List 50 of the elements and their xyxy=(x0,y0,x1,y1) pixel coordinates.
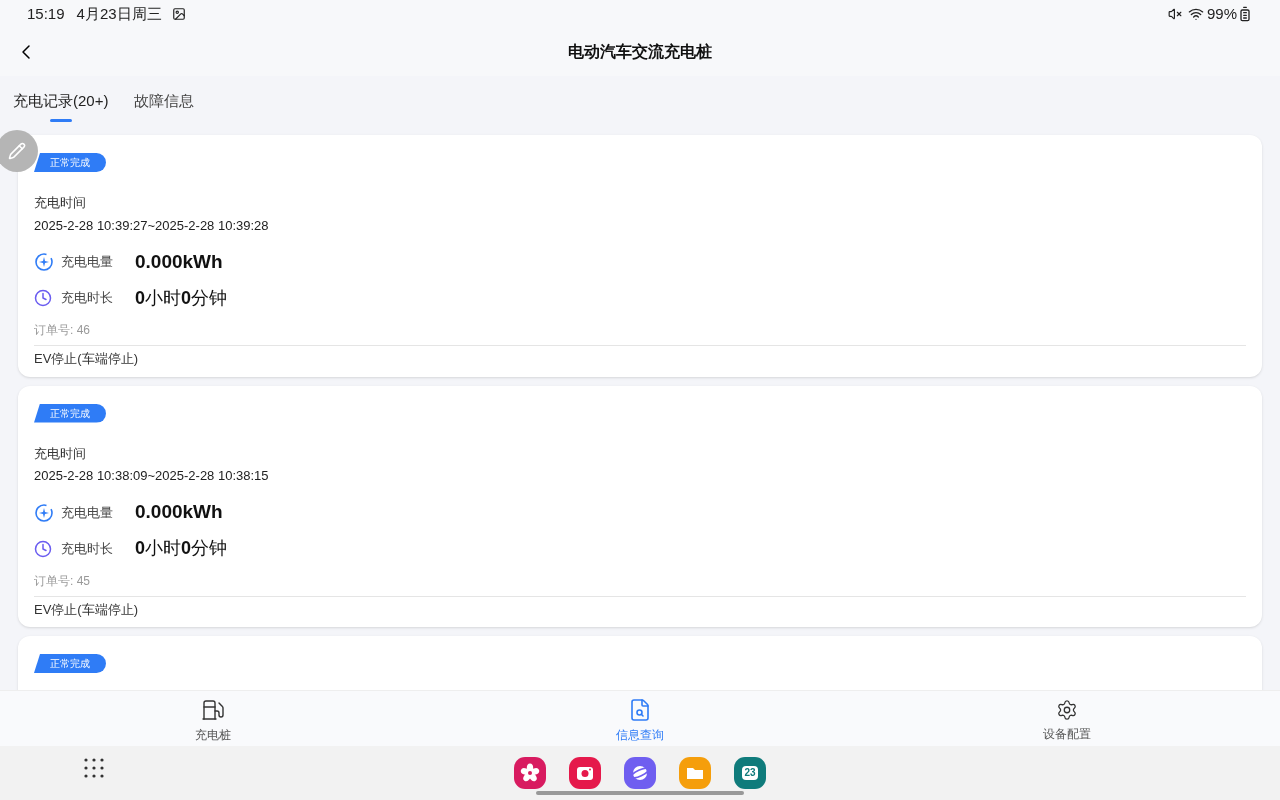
calendar-date: 23 xyxy=(742,766,758,780)
clock-icon xyxy=(34,539,52,558)
flower-icon xyxy=(520,763,540,783)
dock-app[interactable] xyxy=(624,757,656,789)
stop-reason: EV停止(车端停止) xyxy=(34,350,139,368)
record-card[interactable]: 正常完成 xyxy=(18,636,1262,690)
time-range: 2025-2-28 10:39:27~2025-2-28 10:39:28 xyxy=(34,216,270,235)
dock-app[interactable] xyxy=(569,757,601,789)
dock-app[interactable] xyxy=(514,757,546,789)
time-label: 充电时间 xyxy=(34,444,87,463)
record-card[interactable]: 正常完成 充电时间 2025-2-28 10:39:27~2025-2-28 10:39:28 充电电量 0.000kWh 充电时长 0小时0分钟 订单号: 46 EV停止(车端停止) xyxy=(18,135,1262,377)
dock-app[interactable]: 23 xyxy=(734,757,766,789)
status-badge: 正常完成 xyxy=(34,153,106,172)
order-number: 订单号: 46 xyxy=(34,321,1246,346)
tab[interactable]: 充电记录(20+) xyxy=(13,90,109,122)
clock-icon xyxy=(34,289,52,307)
tab[interactable]: 故障信息 xyxy=(134,90,195,122)
order-number: 订单号: 45 xyxy=(34,571,1246,597)
document-search-icon xyxy=(628,697,652,722)
nav-tab[interactable]: 充电桩 xyxy=(0,691,427,746)
gallery-notification-icon xyxy=(171,7,186,21)
status-badge: 正常完成 xyxy=(34,403,106,423)
energy-value: 0.000kWh xyxy=(135,500,223,525)
battery-percent: 99% xyxy=(1206,3,1237,24)
settings-icon xyxy=(1055,698,1078,721)
energy-label: 充电电量 xyxy=(61,253,114,272)
duration-label: 充电时长 xyxy=(61,289,114,308)
time-range: 2025-2-28 10:38:09~2025-2-28 10:38:15 xyxy=(34,467,270,485)
mute-icon xyxy=(1167,7,1182,21)
time-label: 充电时间 xyxy=(34,194,87,212)
battery-icon xyxy=(1237,6,1253,22)
nav-tab[interactable]: 信息查询 xyxy=(426,691,854,746)
date: 4月23日周三 xyxy=(76,3,162,24)
energy-icon xyxy=(34,502,54,523)
wifi-icon xyxy=(1187,6,1204,22)
stop-reason: EV停止(车端停止) xyxy=(34,600,139,619)
energy-icon xyxy=(34,252,54,272)
clock-time: 15:19 xyxy=(27,3,65,24)
nav-tab[interactable]: 设备配置 xyxy=(853,691,1280,746)
record-card[interactable]: 正常完成 充电时间 2025-2-28 10:38:09~2025-2-28 10:38:15 充电电量 0.000kWh 充电时长 0小时0分钟 订单号: 45 EV停止(车端停止) xyxy=(18,385,1262,627)
charger-icon xyxy=(201,697,226,722)
app-drawer-icon[interactable] xyxy=(84,758,104,778)
duration-label: 充电时长 xyxy=(61,539,114,558)
duration-value: 0小时0分钟 xyxy=(135,286,228,310)
energy-value: 0.000kWh xyxy=(135,249,223,274)
energy-label: 充电电量 xyxy=(61,503,114,522)
duration-value: 0小时0分钟 xyxy=(135,537,228,560)
page-title: 电动汽车交流充电桩 xyxy=(568,42,712,62)
status-badge: 正常完成 xyxy=(34,654,106,673)
pencil-icon xyxy=(8,142,26,160)
